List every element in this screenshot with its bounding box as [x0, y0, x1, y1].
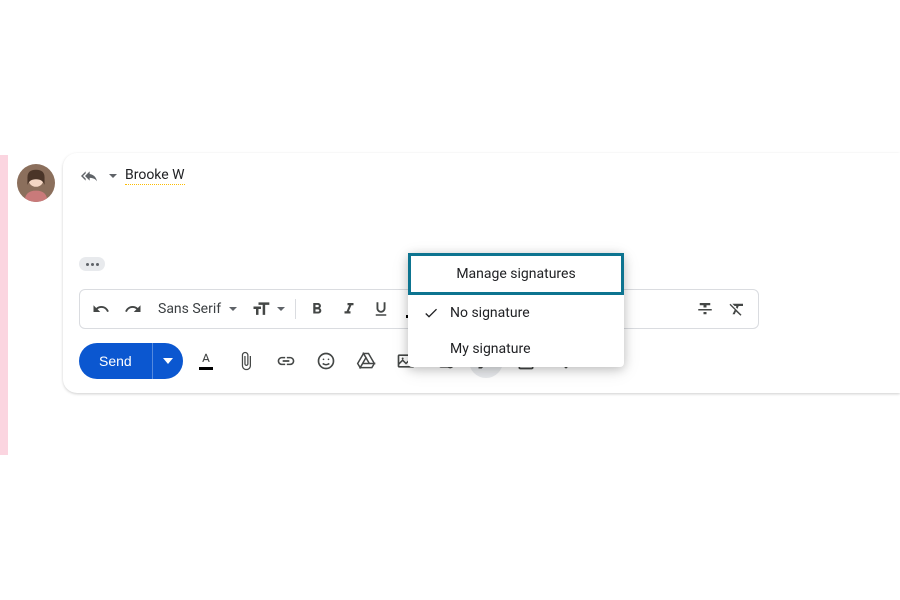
italic-button[interactable] — [334, 294, 364, 324]
avatar — [17, 164, 55, 202]
recipient-name[interactable]: Brooke W — [125, 167, 185, 185]
attach-file-button[interactable] — [229, 344, 263, 378]
signature-option-my-signature[interactable]: My signature — [408, 331, 624, 367]
signature-menu: Manage signatures No signature My signat… — [408, 253, 624, 367]
signature-option-no-signature[interactable]: No signature — [408, 295, 624, 331]
redo-button[interactable] — [118, 294, 148, 324]
font-size-dropdown[interactable] — [247, 299, 289, 319]
insert-drive-button[interactable] — [349, 344, 383, 378]
font-family-dropdown[interactable]: Sans Serif — [150, 301, 245, 317]
insert-link-button[interactable] — [269, 344, 303, 378]
send-button-group: Send — [79, 343, 183, 379]
strikethrough-button[interactable] — [690, 294, 720, 324]
reply-all-icon[interactable] — [79, 168, 99, 184]
font-family-label: Sans Serif — [158, 301, 221, 317]
reply-type-dropdown-icon[interactable] — [109, 174, 117, 178]
undo-button[interactable] — [86, 294, 116, 324]
signature-option-label: No signature — [450, 305, 530, 321]
recipient-row: Brooke W — [79, 167, 884, 191]
remove-formatting-button[interactable] — [722, 294, 752, 324]
signature-option-label: My signature — [450, 341, 531, 357]
insert-emoji-button[interactable] — [309, 344, 343, 378]
left-accent-bar — [0, 155, 8, 455]
divider — [295, 299, 296, 319]
send-options-dropdown[interactable] — [152, 343, 183, 379]
chevron-down-icon — [277, 307, 285, 311]
chevron-down-icon — [229, 307, 237, 311]
formatting-options-button[interactable] — [189, 344, 223, 378]
underline-button[interactable] — [366, 294, 396, 324]
manage-signatures-item[interactable]: Manage signatures — [408, 253, 624, 295]
check-icon — [422, 305, 440, 321]
trimmed-content-toggle[interactable] — [79, 257, 105, 271]
send-button[interactable]: Send — [79, 343, 152, 379]
color-underline — [199, 367, 213, 370]
bold-button[interactable] — [302, 294, 332, 324]
